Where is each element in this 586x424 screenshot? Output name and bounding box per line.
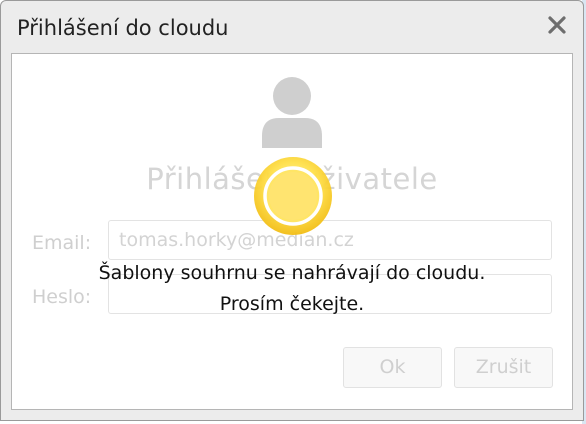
upload-progress-message: Šablony souhrnu se nahrávají do cloudu. … <box>1 258 583 320</box>
cloud-login-dialog: Přihlášení do cloudu Přihlášení uživatel… <box>0 0 584 421</box>
cancel-button[interactable]: Zrušit <box>454 347 553 388</box>
progress-message-line-2: Prosím čekejte. <box>219 293 365 315</box>
email-label: Email: <box>32 232 92 254</box>
loading-spinner-icon <box>252 155 334 237</box>
ok-button[interactable]: Ok <box>343 347 442 388</box>
dialog-titlebar[interactable]: Přihlášení do cloudu <box>1 1 583 49</box>
user-icon <box>261 76 323 148</box>
progress-message-line-1: Šablony souhrnu se nahrávají do cloudu. <box>98 262 486 284</box>
dialog-title: Přihlášení do cloudu <box>17 16 229 40</box>
close-icon[interactable] <box>546 14 568 36</box>
